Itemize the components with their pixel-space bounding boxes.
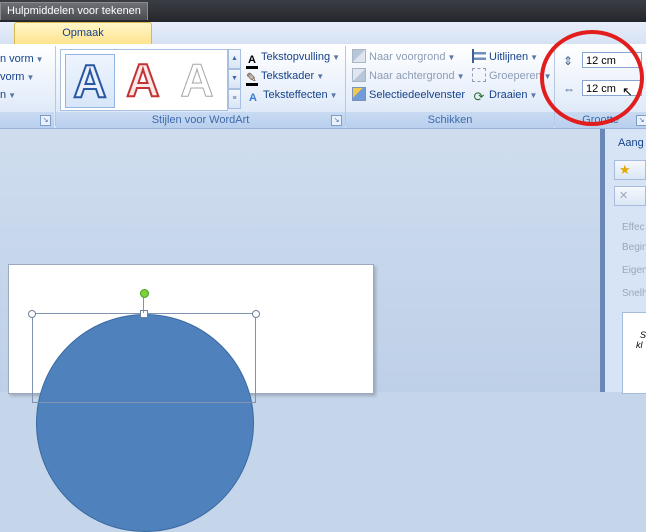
tab-opmaak[interactable]: Opmaak [14,22,152,45]
wordart-style-gallery: A A A [60,49,228,111]
selection-pane-button[interactable]: Selectiedeelvenster [352,86,465,104]
send-backward-label: Naar achtergrond [369,70,455,82]
gallery-down-icon[interactable]: ▼ [228,69,241,89]
selection-box [32,313,256,403]
text-outline-label: Tekstkader [261,70,315,82]
pane-label-effect: Effec [622,222,645,233]
shape-command-2[interactable]: vorm ▼ [0,68,34,86]
star-icon: ★ [619,162,631,177]
rotate-button[interactable]: ⟳ Draaien ▼ [472,86,538,104]
rotate-label: Draaien [489,89,528,101]
remove-icon: ✕ [619,190,629,202]
shape-command-1[interactable]: n vorm ▼ [0,50,44,68]
group-label-wordart: Stijlen voor WordArt [56,112,345,128]
send-backward-icon [352,68,366,82]
highlight-annotation-circle [540,30,644,126]
bring-forward-icon [352,49,366,63]
contextual-tool-label: Hulpmiddelen voor tekenen [0,2,148,20]
dialog-launcher-icon[interactable]: ↘ [40,115,51,126]
pane-label-speed: Snelh [622,288,646,299]
align-label: Uitlijnen [489,51,529,63]
wordart-style-white[interactable]: A [173,54,221,107]
rotation-line [143,296,144,313]
send-backward-button[interactable]: Naar achtergrond ▼ [352,67,465,85]
shape-command-3[interactable]: n ▼ [0,86,16,104]
selection-pane-icon [352,87,366,101]
animation-list-text-1: S [640,330,646,340]
chevron-down-icon: ▼ [456,72,465,81]
pane-label-start: Begin [622,242,646,253]
chevron-down-icon: ▼ [447,53,456,62]
chevron-down-icon: ▼ [316,72,325,81]
bring-forward-label: Naar voorgrond [369,51,446,63]
wordart-style-red[interactable]: A [119,53,167,107]
resize-handle[interactable] [140,310,148,318]
shape-command-3-label: n [0,89,7,101]
chevron-down-icon: ▼ [332,53,341,62]
text-outline-button[interactable]: ✎ Tekstkader ▼ [246,67,325,86]
gallery-more-icon[interactable]: ≡ [228,89,241,109]
chevron-down-icon: ▼ [530,53,539,62]
dialog-launcher-icon[interactable]: ↘ [331,115,342,126]
shape-command-2-label: vorm [0,71,25,83]
add-effect-button[interactable]: ★ [614,160,646,180]
wordart-style-blue[interactable]: A [65,54,115,108]
text-fill-button[interactable]: A Tekstopvulling ▼ [246,48,341,69]
resize-handle[interactable] [28,310,36,318]
group-label: Groeperen [489,70,542,82]
group-icon [472,68,486,82]
chevron-down-icon: ▼ [8,91,17,100]
group-label-arrange: Schikken [346,112,554,128]
chevron-down-icon: ▼ [529,91,538,100]
gallery-scroll: ▲ ▼ ≡ [228,49,241,109]
align-button[interactable]: Uitlijnen ▼ [472,48,538,66]
animation-pane-title: Aang [618,137,644,149]
gallery-up-icon[interactable]: ▲ [228,49,241,69]
text-effects-icon: A [249,92,257,104]
text-effects-button[interactable]: A Teksteffecten ▼ [246,86,338,104]
remove-effect-button[interactable]: ✕ [614,186,646,206]
pane-label-property: Eigen [622,265,646,276]
animation-list-text-2: kl [636,340,643,350]
shape-command-1-label: n vorm [0,53,34,65]
text-effects-label: Teksteffecten [263,89,328,101]
rotation-handle[interactable] [140,289,149,298]
chevron-down-icon: ▼ [35,55,44,64]
bring-forward-button[interactable]: Naar voorgrond ▼ [352,48,455,66]
align-icon [472,49,486,63]
text-fill-label: Tekstopvulling [261,51,331,63]
chevron-down-icon: ▼ [329,91,338,100]
resize-handle[interactable] [252,310,260,318]
chevron-down-icon: ▼ [26,73,35,82]
rotate-icon: ⟳ [473,89,485,104]
dialog-launcher-icon[interactable]: ↘ [636,115,646,126]
selection-pane-label: Selectiedeelvenster [369,89,466,101]
pen-icon: ✎ [246,70,258,86]
animation-list[interactable] [622,312,646,394]
